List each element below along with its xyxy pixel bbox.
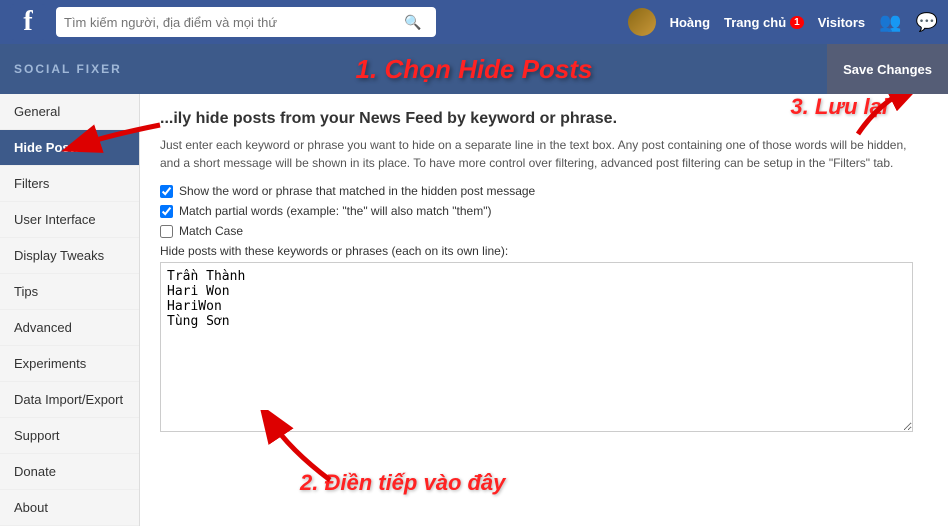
sidebar: General Hide Posts Filters User Interfac… (0, 94, 140, 526)
content-area: ...ily hide posts from your News Feed by… (140, 94, 948, 526)
annotation-2-container: 2. Điền tiếp vào đây (300, 470, 505, 496)
keywords-label: Hide posts with these keywords or phrase… (160, 244, 928, 258)
sidebar-item-filters[interactable]: Filters (0, 166, 139, 202)
checkbox-match-case-row: Match Case (160, 224, 928, 238)
sidebar-item-tips[interactable]: Tips (0, 274, 139, 310)
sf-brand-title: SOCIAL FIXER (14, 62, 122, 76)
nav-user[interactable]: Hoàng (670, 15, 710, 30)
nav-home-badge: 1 (790, 16, 804, 29)
checkbox-match-case[interactable] (160, 225, 173, 238)
save-changes-button[interactable]: Save Changes (827, 44, 948, 94)
sidebar-item-user-interface[interactable]: User Interface (0, 202, 139, 238)
checkbox-match-partial-row: Match partial words (example: "the" will… (160, 204, 928, 218)
sidebar-item-hide-posts[interactable]: Hide Posts (0, 130, 139, 166)
checkbox-match-partial-label: Match partial words (example: "the" will… (179, 204, 491, 218)
fb-search-input[interactable] (64, 15, 404, 30)
annotation-2-text: 2. Điền tiếp vào đây (300, 470, 505, 495)
nav-home[interactable]: Trang chủ 1 (724, 15, 804, 30)
sidebar-item-data-import-export[interactable]: Data Import/Export (0, 382, 139, 418)
sidebar-item-support[interactable]: Support (0, 418, 139, 454)
fb-search-bar[interactable]: 🔍 (56, 7, 436, 37)
annotation-1: 1. Chọn Hide Posts (356, 54, 593, 85)
keywords-textarea[interactable]: Trần Thành Hari Won HariWon Tùng Sơn (160, 262, 913, 432)
sidebar-item-experiments[interactable]: Experiments (0, 346, 139, 382)
search-icon[interactable]: 🔍 (404, 14, 421, 31)
sidebar-item-display-tweaks[interactable]: Display Tweaks (0, 238, 139, 274)
sidebar-item-advanced[interactable]: Advanced (0, 310, 139, 346)
content-description: Just enter each keyword or phrase you wa… (160, 136, 928, 172)
content-title: ...ily hide posts from your News Feed by… (160, 110, 928, 128)
sidebar-item-about[interactable]: About (0, 490, 139, 526)
sf-header: SOCIAL FIXER 1. Chọn Hide Posts Save Cha… (0, 44, 948, 94)
sidebar-item-general[interactable]: General (0, 94, 139, 130)
fb-nav-right: Hoàng Trang chủ 1 Visitors 👥 💬 (628, 8, 938, 36)
checkbox-match-case-label: Match Case (179, 224, 243, 238)
nav-visitors[interactable]: Visitors (818, 15, 865, 30)
friends-icon[interactable]: 👥 (879, 12, 901, 33)
checkbox-show-word-row: Show the word or phrase that matched in … (160, 184, 928, 198)
checkbox-match-partial[interactable] (160, 205, 173, 218)
checkbox-show-word[interactable] (160, 185, 173, 198)
fb-topbar: f 🔍 Hoàng Trang chủ 1 Visitors 👥 💬 (0, 0, 948, 44)
avatar (628, 8, 656, 36)
sidebar-item-donate[interactable]: Donate (0, 454, 139, 490)
main-layout: General Hide Posts Filters User Interfac… (0, 94, 948, 526)
fb-logo-icon: f (10, 4, 46, 40)
checkbox-show-word-label: Show the word or phrase that matched in … (179, 184, 535, 198)
chat-icon[interactable]: 💬 (916, 12, 938, 33)
